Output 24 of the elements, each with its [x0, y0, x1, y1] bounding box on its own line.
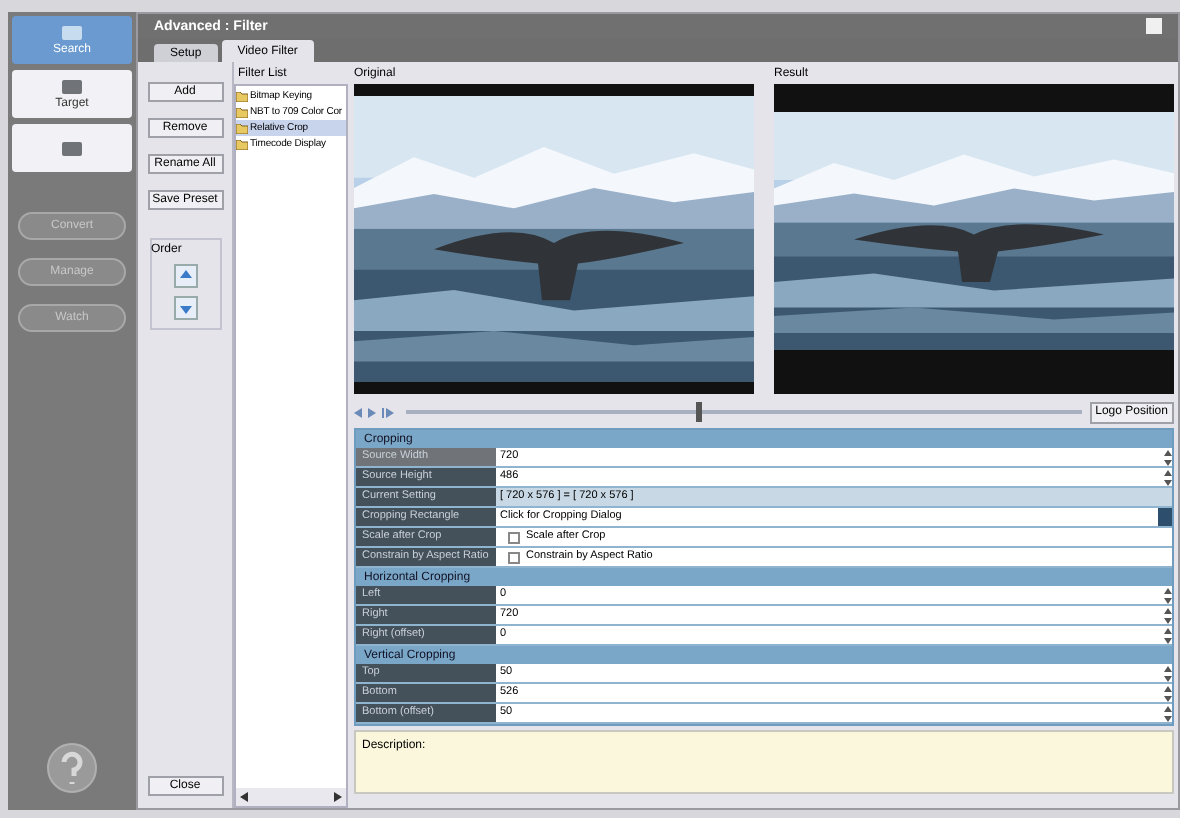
- spinner-icon[interactable]: [1164, 587, 1172, 603]
- horizontal-scrollbar[interactable]: [236, 788, 346, 806]
- spinner-icon[interactable]: [1164, 685, 1172, 701]
- spinner-icon[interactable]: [1164, 627, 1172, 643]
- spinner-icon[interactable]: [1164, 665, 1172, 681]
- spinner-icon[interactable]: [1164, 449, 1172, 465]
- playback-controls-icon[interactable]: [354, 407, 398, 417]
- up-arrow-icon: [179, 270, 191, 282]
- spinner-icon[interactable]: [1164, 607, 1172, 623]
- scroll-right-icon[interactable]: [334, 792, 342, 802]
- screen-icon: [60, 139, 84, 157]
- scroll-left-icon[interactable]: [240, 792, 248, 802]
- checkbox[interactable]: [508, 551, 520, 563]
- screen-icon: [60, 78, 84, 96]
- slider-thumb[interactable]: [696, 402, 703, 422]
- sidebar-tab[interactable]: [12, 124, 132, 172]
- move-up-button[interactable]: [173, 264, 197, 288]
- help-icon[interactable]: [46, 742, 98, 794]
- screen-icon: [60, 24, 84, 42]
- spinner-icon[interactable]: [1164, 705, 1172, 721]
- checkbox[interactable]: [508, 531, 520, 543]
- move-down-button[interactable]: [173, 296, 197, 320]
- spinner-icon[interactable]: [1164, 469, 1172, 485]
- down-arrow-icon: [179, 302, 191, 314]
